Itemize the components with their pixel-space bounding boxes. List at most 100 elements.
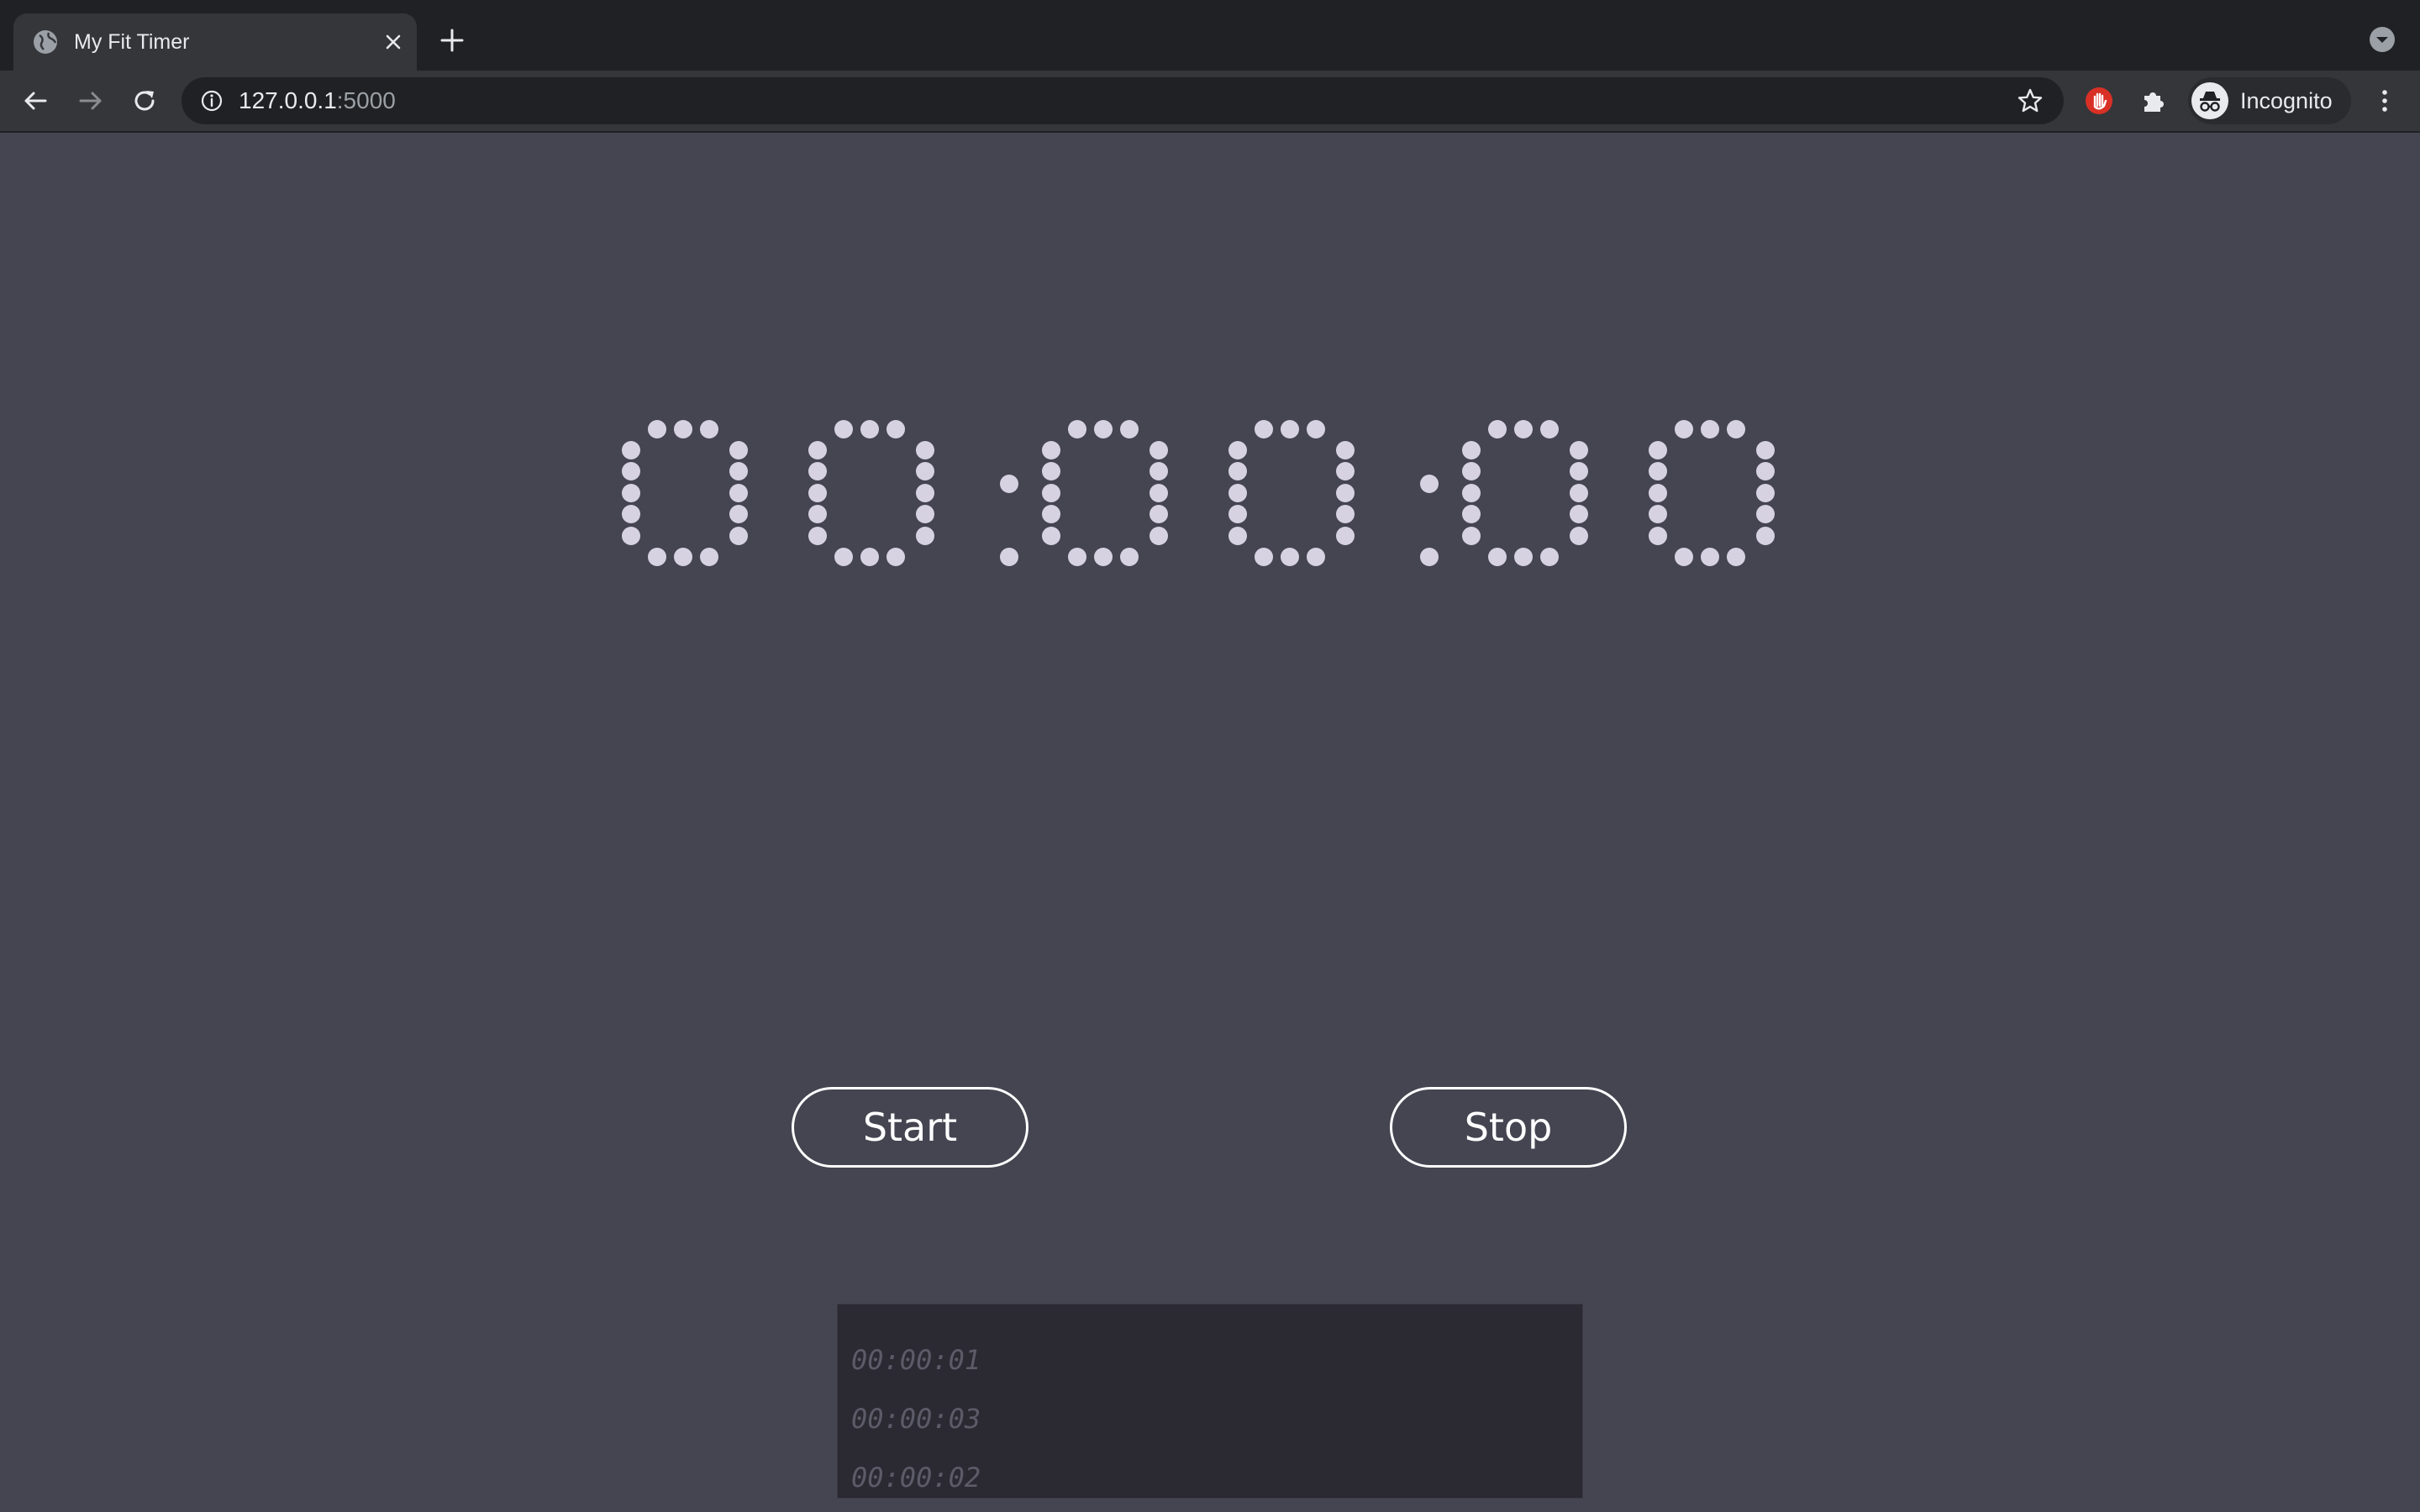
timer-dot <box>1068 420 1086 438</box>
lap-list: 00:00:01 00:00:03 00:00:02 <box>837 1304 1583 1499</box>
browser-toolbar: 127.0.0.1:5000 Incognito <box>0 71 2420 133</box>
timer-dot <box>700 548 718 566</box>
timer-dot <box>1120 548 1139 566</box>
timer-dot <box>622 505 640 523</box>
timer-dot <box>1336 441 1355 459</box>
timer-dot <box>1649 462 1667 480</box>
timer-dot <box>1255 420 1273 438</box>
timer-dot <box>1307 420 1325 438</box>
timer-dot <box>1756 462 1775 480</box>
timer-dot <box>1150 484 1168 502</box>
stop-button[interactable]: Stop <box>1390 1087 1627 1168</box>
timer-dot <box>1488 548 1507 566</box>
browser-menu-icon[interactable] <box>2370 86 2400 116</box>
timer-dot <box>1000 548 1018 566</box>
timer-dot <box>1514 548 1533 566</box>
timer-dot <box>1228 441 1247 459</box>
timer-dot <box>622 527 640 545</box>
timer-dot <box>916 441 934 459</box>
timer-dot <box>1756 441 1775 459</box>
timer-display <box>622 420 1802 580</box>
profile-incognito-button[interactable]: Incognito <box>2188 77 2351 124</box>
timer-dot <box>729 484 748 502</box>
timer-dot <box>1514 420 1533 438</box>
browser-tab[interactable]: My Fit Timer <box>13 13 417 71</box>
timer-dot <box>1462 484 1481 502</box>
tab-search-icon[interactable] <box>2368 25 2396 54</box>
timer-dot <box>1094 548 1113 566</box>
timer-dot <box>1420 548 1439 566</box>
dot-matrix-time <box>622 420 1775 566</box>
timer-dot <box>1420 475 1439 493</box>
globe-icon <box>34 30 57 54</box>
start-button[interactable]: Start <box>792 1087 1028 1168</box>
timer-dot <box>1570 505 1588 523</box>
timer-dot <box>1150 462 1168 480</box>
timer-dot <box>1336 462 1355 480</box>
url-host: 127.0.0.1 <box>239 87 337 113</box>
timer-dot <box>1281 548 1299 566</box>
timer-dot <box>808 505 827 523</box>
extension-stop-hand-icon[interactable] <box>2084 86 2114 116</box>
timer-dot <box>1756 505 1775 523</box>
bookmark-star-icon[interactable] <box>2017 87 2044 114</box>
timer-dot <box>1228 462 1247 480</box>
timer-dot <box>1094 420 1113 438</box>
timer-dot <box>834 420 853 438</box>
timer-dot <box>648 548 666 566</box>
close-tab-icon[interactable] <box>380 29 407 55</box>
timer-dot <box>1570 441 1588 459</box>
timer-dot <box>1756 527 1775 545</box>
timer-dot <box>916 527 934 545</box>
timer-dot <box>674 548 692 566</box>
timer-dot <box>1462 527 1481 545</box>
timer-dot <box>1570 484 1588 502</box>
timer-dot <box>1042 505 1060 523</box>
reload-icon[interactable] <box>129 86 160 116</box>
timer-dot <box>729 462 748 480</box>
timer-dot <box>1649 441 1667 459</box>
timer-dot <box>860 548 879 566</box>
timer-dot <box>1336 505 1355 523</box>
timer-dot <box>1042 462 1060 480</box>
address-bar[interactable]: 127.0.0.1:5000 <box>182 77 2064 124</box>
site-info-icon[interactable] <box>200 89 224 113</box>
extensions-puzzle-icon[interactable] <box>2138 86 2168 116</box>
timer-dot <box>1462 505 1481 523</box>
timer-dot <box>1228 527 1247 545</box>
back-arrow-icon[interactable] <box>20 86 50 116</box>
timer-dot <box>1701 548 1719 566</box>
timer-dot <box>1150 505 1168 523</box>
incognito-icon <box>2200 92 2220 112</box>
timer-dot <box>1701 420 1719 438</box>
lap-entry: 00:00:01 <box>851 1344 981 1376</box>
timer-dot <box>1540 420 1559 438</box>
timer-dot <box>886 548 905 566</box>
timer-dot <box>1756 484 1775 502</box>
timer-dot <box>729 505 748 523</box>
timer-dot <box>1042 484 1060 502</box>
timer-dot <box>1649 484 1667 502</box>
timer-dot <box>1000 475 1018 493</box>
timer-dot <box>1228 484 1247 502</box>
tab-title: My Fit Timer <box>74 30 190 54</box>
timer-dot <box>622 441 640 459</box>
timer-dot <box>1462 441 1481 459</box>
timer-dot <box>1727 420 1745 438</box>
timer-dot <box>700 420 718 438</box>
timer-dot <box>1649 527 1667 545</box>
timer-dot <box>1462 462 1481 480</box>
timer-dot <box>916 462 934 480</box>
timer-dot <box>1336 484 1355 502</box>
timer-dot <box>1228 505 1247 523</box>
timer-dot <box>1675 420 1693 438</box>
timer-dot <box>648 420 666 438</box>
browser-tab-strip: My Fit Timer <box>0 0 2420 71</box>
timer-dot <box>808 484 827 502</box>
new-tab-icon[interactable] <box>435 24 469 57</box>
timer-dot <box>1570 462 1588 480</box>
url-text[interactable]: 127.0.0.1:5000 <box>239 86 396 116</box>
timer-dot <box>622 462 640 480</box>
timer-dot <box>916 484 934 502</box>
forward-arrow-icon[interactable] <box>76 86 106 116</box>
